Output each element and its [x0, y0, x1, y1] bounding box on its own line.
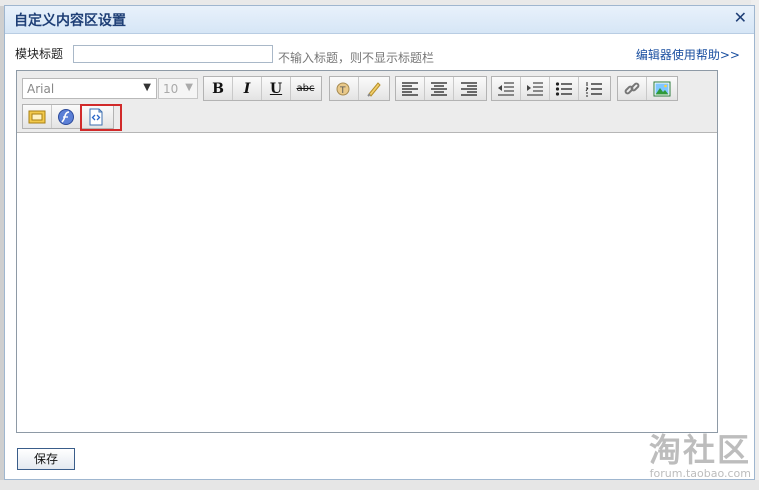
underline-button[interactable]: U [262, 77, 291, 100]
flash-icon [58, 108, 74, 125]
link-button[interactable] [618, 77, 647, 100]
strikethrough-icon: abc [296, 83, 315, 94]
numbered-list-button[interactable] [579, 77, 608, 100]
italic-button[interactable]: I [233, 77, 262, 100]
background-strip-bottom [0, 480, 759, 490]
media-icon [28, 110, 46, 123]
highlight-button[interactable] [359, 77, 388, 100]
image-icon [653, 81, 670, 96]
color-group: T [329, 76, 390, 101]
underline-icon: U [269, 80, 283, 97]
font-size-value: 10 [163, 82, 179, 96]
align-center-button[interactable] [425, 77, 454, 100]
custom-content-dialog: 自定义内容区设置 ✕ 模块标题 不输入标题，则不显示标题栏 编辑器使用帮助>> … [4, 5, 755, 480]
editor-content-area[interactable] [17, 133, 717, 432]
bold-icon: B [212, 80, 224, 97]
link-icon [624, 82, 640, 94]
bold-button[interactable]: B [204, 77, 233, 100]
outdent-icon [498, 81, 514, 96]
bullet-list-icon [555, 81, 572, 96]
font-family-select[interactable]: Arial ▼ [22, 78, 157, 99]
svg-text:T: T [339, 86, 346, 96]
source-button-highlight [80, 104, 122, 131]
module-title-input[interactable] [73, 45, 273, 63]
forum-watermark: 淘社区 forum.taobao.com [649, 425, 751, 480]
align-right-button[interactable] [454, 77, 483, 100]
image-button[interactable] [647, 77, 676, 100]
editor-help-link[interactable]: 编辑器使用帮助>> [636, 46, 740, 63]
align-right-icon [460, 81, 477, 96]
watermark-sub: forum.taobao.com [649, 467, 751, 480]
chevron-down-icon: ▼ [185, 82, 193, 93]
align-center-icon [431, 81, 447, 96]
flash-button[interactable] [52, 105, 81, 128]
outdent-button[interactable] [492, 77, 521, 100]
insert-group [617, 76, 678, 101]
media-button[interactable] [23, 105, 52, 128]
font-family-value: Arial [27, 82, 55, 96]
align-group [395, 76, 487, 101]
chevron-down-icon: ▼ [143, 82, 151, 93]
italic-icon: I [243, 80, 251, 97]
rich-text-editor: Arial ▼ 10 ▼ B I U abc T [16, 70, 718, 433]
indent-button[interactable] [521, 77, 550, 100]
dialog-titlebar: 自定义内容区设置 ✕ [5, 6, 754, 34]
list-group [491, 76, 611, 101]
font-size-select[interactable]: 10 ▼ [158, 78, 198, 99]
watermark-main: 淘社区 [648, 431, 751, 469]
editor-toolbar: Arial ▼ 10 ▼ B I U abc T [17, 71, 717, 133]
text-color-button[interactable]: T [330, 77, 359, 100]
title-hint: 不输入标题，则不显示标题栏 [278, 51, 435, 65]
dialog-title: 自定义内容区设置 [14, 13, 126, 29]
highlight-icon [366, 81, 381, 97]
bullet-list-button[interactable] [550, 77, 579, 100]
align-left-button[interactable] [396, 77, 425, 100]
save-button[interactable]: 保存 [17, 448, 75, 470]
module-title-label: 模块标题 [15, 47, 64, 61]
align-left-icon [402, 81, 418, 96]
text-color-icon: T [336, 82, 350, 96]
close-icon[interactable]: ✕ [734, 8, 747, 27]
indent-icon [527, 81, 543, 96]
format-group: B I U abc [203, 76, 322, 101]
strikethrough-button[interactable]: abc [291, 77, 320, 100]
numbered-list-icon [585, 81, 602, 96]
